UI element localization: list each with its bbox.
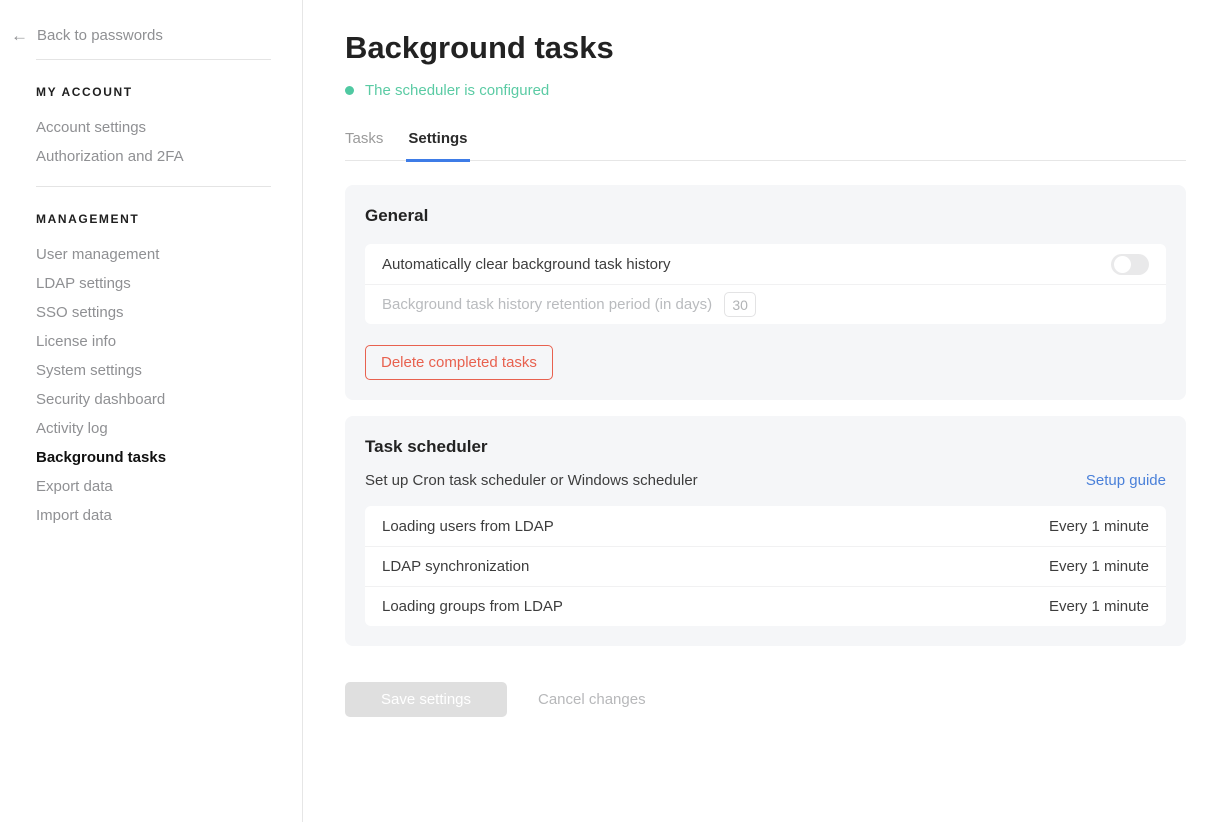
- auto-clear-toggle[interactable]: [1111, 254, 1149, 275]
- auto-clear-row: Automatically clear background task hist…: [365, 244, 1166, 284]
- cancel-changes-button[interactable]: Cancel changes: [532, 690, 652, 709]
- tab-settings[interactable]: Settings: [408, 130, 467, 160]
- task-name: Loading groups from LDAP: [382, 598, 563, 615]
- task-scheduler-card: Task scheduler Set up Cron task schedule…: [345, 416, 1186, 646]
- scheduler-subtitle: Set up Cron task scheduler or Windows sc…: [365, 472, 698, 489]
- table-row: LDAP synchronization Every 1 minute: [365, 546, 1166, 586]
- arrow-left-icon: ←: [11, 27, 28, 44]
- main-content: Background tasks The scheduler is config…: [303, 0, 1216, 822]
- sidebar-item-import-data[interactable]: Import data: [36, 501, 302, 530]
- sidebar-item-user-management[interactable]: User management: [36, 240, 302, 269]
- retention-row: Background task history retention period…: [365, 284, 1166, 324]
- retention-label: Background task history retention period…: [382, 296, 712, 313]
- sidebar-item-system-settings[interactable]: System settings: [36, 356, 302, 385]
- sidebar-item-activity-log[interactable]: Activity log: [36, 414, 302, 443]
- scheduler-subtitle-row: Set up Cron task scheduler or Windows sc…: [365, 472, 1166, 489]
- general-card-title: General: [365, 205, 1166, 227]
- general-settings-panel: Automatically clear background task hist…: [365, 244, 1166, 324]
- sidebar-item-ldap-settings[interactable]: LDAP settings: [36, 269, 302, 298]
- scheduled-tasks-panel: Loading users from LDAP Every 1 minute L…: [365, 506, 1166, 626]
- sidebar-divider: [36, 59, 271, 60]
- sidebar-divider: [36, 186, 271, 187]
- tab-tasks[interactable]: Tasks: [345, 130, 383, 160]
- management-nav-list: User management LDAP settings SSO settin…: [36, 240, 302, 530]
- my-account-nav-list: Account settings Authorization and 2FA: [36, 113, 302, 171]
- scheduler-status: The scheduler is configured: [345, 82, 1186, 99]
- task-interval: Every 1 minute: [1049, 558, 1149, 575]
- sidebar-item-authorization-2fa[interactable]: Authorization and 2FA: [36, 142, 302, 171]
- general-card: General Automatically clear background t…: [345, 185, 1186, 400]
- app-window: ← Back to passwords MY ACCOUNT Account s…: [0, 0, 1216, 822]
- toggle-knob: [1114, 256, 1131, 273]
- back-to-passwords-link[interactable]: ← Back to passwords: [11, 27, 302, 44]
- table-row: Loading users from LDAP Every 1 minute: [365, 506, 1166, 546]
- back-link-label: Back to passwords: [37, 27, 163, 44]
- task-scheduler-title: Task scheduler: [365, 436, 1166, 458]
- retention-days-input[interactable]: [724, 292, 756, 317]
- sidebar-section-my-account: MY ACCOUNT: [36, 85, 302, 99]
- task-name: Loading users from LDAP: [382, 518, 554, 535]
- status-text: The scheduler is configured: [365, 82, 549, 99]
- save-settings-button[interactable]: Save settings: [345, 682, 507, 717]
- task-name: LDAP synchronization: [382, 558, 529, 575]
- auto-clear-label: Automatically clear background task hist…: [382, 256, 670, 273]
- sidebar-item-background-tasks[interactable]: Background tasks: [36, 443, 302, 472]
- sidebar-item-sso-settings[interactable]: SSO settings: [36, 298, 302, 327]
- settings-sidebar: ← Back to passwords MY ACCOUNT Account s…: [0, 0, 303, 822]
- table-row: Loading groups from LDAP Every 1 minute: [365, 586, 1166, 626]
- delete-completed-tasks-button[interactable]: Delete completed tasks: [365, 345, 553, 380]
- sidebar-item-export-data[interactable]: Export data: [36, 472, 302, 501]
- sidebar-item-license-info[interactable]: License info: [36, 327, 302, 356]
- sidebar-section-management: MANAGEMENT: [36, 212, 302, 226]
- sidebar-item-account-settings[interactable]: Account settings: [36, 113, 302, 142]
- task-interval: Every 1 minute: [1049, 518, 1149, 535]
- setup-guide-link[interactable]: Setup guide: [1086, 472, 1166, 489]
- task-interval: Every 1 minute: [1049, 598, 1149, 615]
- status-dot-icon: [345, 86, 354, 95]
- sidebar-item-security-dashboard[interactable]: Security dashboard: [36, 385, 302, 414]
- page-title: Background tasks: [345, 31, 1186, 65]
- tab-bar: Tasks Settings: [345, 130, 1186, 161]
- form-actions: Save settings Cancel changes: [345, 682, 1186, 717]
